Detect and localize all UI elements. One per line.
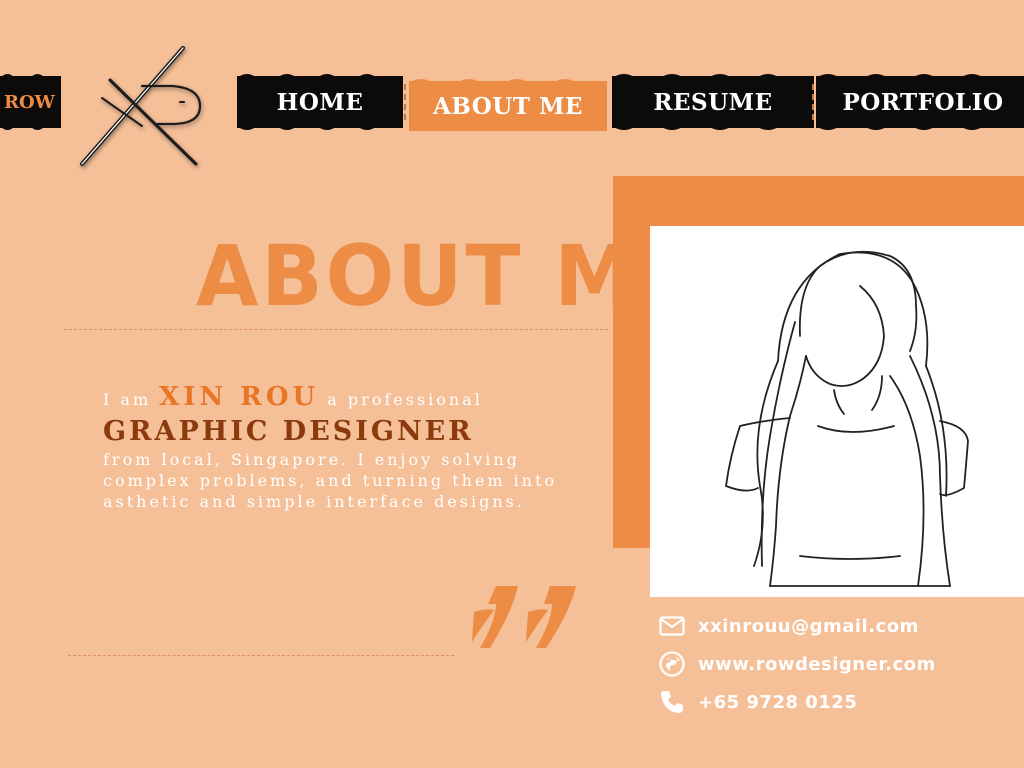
intro-body: from local, Singapore. I enjoy solving c… xyxy=(103,450,558,511)
designer-role: GRAPHIC DESIGNER xyxy=(103,416,474,447)
intro-after-name: a professional xyxy=(327,390,483,409)
nav-portfolio[interactable]: PORTFOLIO xyxy=(816,74,1024,130)
nav-about-me-label: ABOUT ME xyxy=(433,92,583,120)
contact-email[interactable]: xxinrouu@gmail.com xyxy=(658,611,919,641)
phone-text: +65 9728 0125 xyxy=(698,691,858,713)
xr-monogram-logo-icon xyxy=(80,46,202,166)
contact-phone[interactable]: +65 9728 0125 xyxy=(658,687,857,717)
intro-text: I am XIN ROU a professional GRAPHIC DESIGN… xyxy=(103,382,583,512)
envelope-icon xyxy=(658,612,686,640)
quote-divider xyxy=(68,655,454,656)
website-text: www.rowdesigner.com xyxy=(698,653,936,675)
designer-name: XIN ROU xyxy=(159,382,320,412)
globe-icon xyxy=(658,650,686,678)
brand-tab-label: ROW xyxy=(4,91,55,113)
brand-tab[interactable]: ROW xyxy=(0,74,61,130)
contact-website[interactable]: www.rowdesigner.com xyxy=(658,649,936,679)
xr-logo[interactable] xyxy=(72,40,212,172)
email-text: xxinrouu@gmail.com xyxy=(698,615,919,637)
phone-icon xyxy=(658,688,686,716)
title-divider xyxy=(64,329,608,330)
nav-resume[interactable]: RESUME xyxy=(612,74,814,130)
intro-prefix: I am xyxy=(103,390,152,409)
nav-about-me[interactable]: ABOUT ME xyxy=(409,79,607,131)
quote-mark-icon xyxy=(472,586,576,648)
nav-home[interactable]: HOME xyxy=(237,74,406,130)
nav-portfolio-label: PORTFOLIO xyxy=(842,88,1004,116)
portrait-sketch xyxy=(650,226,1024,597)
nav-home-label: HOME xyxy=(276,88,364,116)
nav-resume-label: RESUME xyxy=(653,88,773,116)
